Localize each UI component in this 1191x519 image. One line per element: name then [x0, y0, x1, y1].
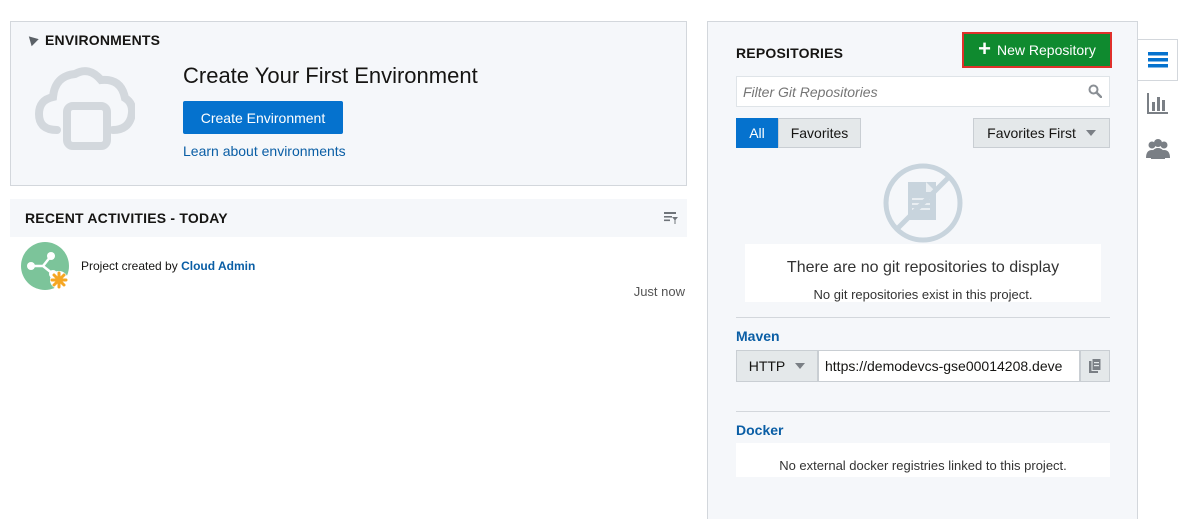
- recent-activities-title: RECENT ACTIVITIES - TODAY: [25, 210, 228, 226]
- docker-message-box: No external docker registries linked to …: [736, 443, 1110, 477]
- collapse-triangle-icon[interactable]: [25, 32, 39, 46]
- activity-description: Project created by: [81, 259, 178, 273]
- right-rail: [1138, 21, 1191, 519]
- new-repository-button[interactable]: + New Repository: [962, 32, 1112, 68]
- copy-url-button[interactable]: [1080, 350, 1110, 382]
- recent-activities-header: RECENT ACTIVITIES - TODAY: [10, 199, 687, 237]
- sort-order-select[interactable]: Favorites First: [973, 118, 1110, 148]
- copy-icon: [1089, 358, 1102, 373]
- tab-favorites[interactable]: Favorites: [778, 118, 861, 148]
- rail-repositories-tab[interactable]: [1138, 40, 1178, 80]
- protocol-value: HTTP: [748, 358, 786, 374]
- empty-subtitle: No git repositories exist in this projec…: [813, 287, 1033, 302]
- plus-icon: +: [978, 36, 992, 61]
- environments-panel: ENVIRONMENTS Create Your First Environme…: [10, 21, 687, 186]
- environments-title: ENVIRONMENTS: [45, 32, 161, 48]
- project-activity-avatar: [21, 242, 69, 290]
- chevron-down-icon: [795, 363, 806, 369]
- docker-message: No external docker registries linked to …: [779, 458, 1067, 473]
- protocol-select[interactable]: HTTP: [736, 350, 818, 382]
- empty-title: There are no git repositories to display: [786, 259, 1060, 276]
- activity-timestamp: Just now: [633, 284, 685, 299]
- sort-order-value: Favorites First: [987, 125, 1076, 141]
- divider: [736, 411, 1110, 412]
- create-environment-button[interactable]: Create Environment: [183, 101, 343, 134]
- list-icon: [1148, 52, 1168, 68]
- filter-repositories-input[interactable]: [736, 76, 1110, 107]
- rail-team-tab[interactable]: [1138, 129, 1178, 169]
- empty-repositories-message: There are no git repositories to display…: [745, 244, 1101, 302]
- create-environment-heading: Create Your First Environment: [183, 63, 478, 88]
- bar-chart-icon: [1147, 93, 1168, 114]
- repositories-title: REPOSITORIES: [736, 45, 844, 61]
- chevron-down-icon: [1085, 130, 1096, 136]
- maven-label[interactable]: Maven: [736, 328, 780, 344]
- team-icon: [1146, 139, 1170, 159]
- no-repositories-icon: [883, 163, 963, 243]
- rail-statistics-tab[interactable]: [1138, 83, 1178, 123]
- maven-url-field[interactable]: [818, 350, 1080, 382]
- docker-label[interactable]: Docker: [736, 422, 783, 438]
- environments-header[interactable]: ENVIRONMENTS: [25, 32, 161, 48]
- cloud-environment-icon: [35, 67, 135, 150]
- tab-all[interactable]: All: [736, 118, 778, 148]
- divider: [736, 317, 1110, 318]
- activity-user-link[interactable]: Cloud Admin: [181, 259, 255, 273]
- repositories-panel: REPOSITORIES + New Repository All Favori…: [707, 21, 1138, 519]
- learn-environments-link[interactable]: Learn about environments: [183, 143, 346, 159]
- search-icon[interactable]: [1088, 84, 1102, 98]
- new-repository-label: New Repository: [997, 42, 1096, 58]
- activity-text: Project created by Cloud Admin: [81, 259, 255, 273]
- filter-list-icon[interactable]: [663, 210, 679, 226]
